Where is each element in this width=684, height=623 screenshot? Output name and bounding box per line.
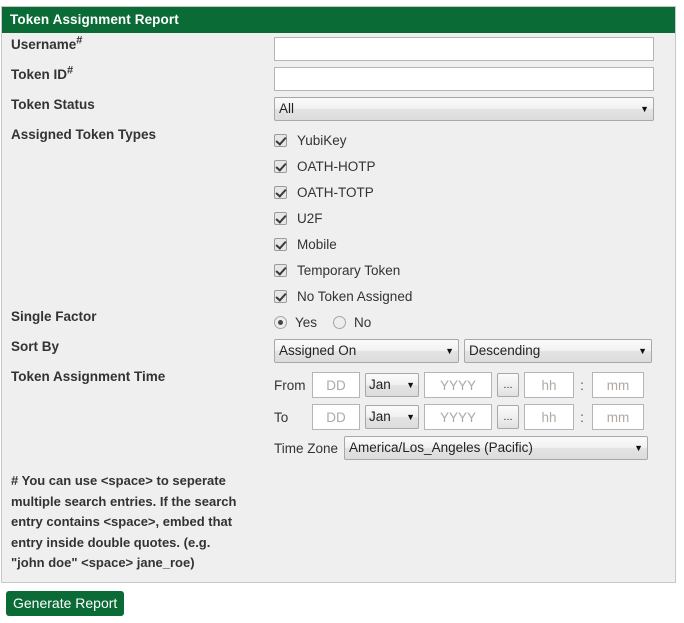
chevron-down-icon: ▼ [634, 443, 644, 453]
chevron-down-icon: ▼ [445, 346, 454, 356]
checkbox-row-mobile[interactable]: Mobile [274, 231, 675, 257]
field-assigned-token-types: YubiKey OATH-HOTP OATH-TOTP U2F Mobile T… [274, 127, 675, 309]
label-token-assignment-time: Token Assignment Time [11, 369, 166, 384]
row-assigned-token-types: Assigned Token Types YubiKey OATH-HOTP O… [2, 127, 675, 309]
radio-single-factor-no[interactable] [333, 315, 347, 329]
label-token-id: Token ID# [2, 64, 274, 83]
checkbox-label-mobile: Mobile [297, 236, 337, 252]
checkbox-u2f[interactable] [274, 211, 287, 225]
field-token-id [274, 67, 675, 91]
checkbox-row-temporary-token[interactable]: Temporary Token [274, 257, 675, 283]
chevron-down-icon: ▼ [406, 412, 415, 422]
timezone-label: Time Zone [274, 440, 339, 456]
token-id-input[interactable] [274, 67, 654, 91]
checkbox-label-no-token-assigned: No Token Assigned [297, 288, 413, 304]
radio-label-no: No [354, 314, 372, 330]
checkbox-label-u2f: U2F [297, 210, 323, 226]
chevron-down-icon: ▼ [640, 104, 649, 114]
row-single-factor: Single Factor Yes No [2, 309, 675, 335]
field-single-factor: Yes No [274, 309, 675, 335]
single-factor-radio-group: Yes No [274, 309, 675, 335]
row-sort-by: Sort By Assigned On ▼ Descending ▼ [2, 339, 675, 365]
checkbox-row-oath-totp[interactable]: OATH-TOTP [274, 179, 675, 205]
checkbox-row-yubikey[interactable]: YubiKey [274, 127, 675, 153]
from-hour-input[interactable] [524, 372, 574, 398]
field-token-status: All ▼ [274, 97, 675, 121]
footnote-line: entry contains <space>, embed that [11, 514, 233, 529]
checkbox-label-oath-hotp: OATH-HOTP [297, 158, 376, 174]
to-time-separator: : [580, 409, 584, 425]
datetime-from-line: From Jan ▼ ... : [274, 369, 675, 401]
footnote-line: multiple search entries. If the search [11, 493, 237, 509]
field-token-assignment-time: From Jan ▼ ... : To Jan [274, 369, 675, 463]
radio-single-factor-yes[interactable] [274, 315, 287, 329]
panel-body: Username# Token ID# Token Status All ▼ A… [2, 33, 675, 582]
sort-by-key-value: Assigned On [279, 343, 357, 358]
label-token-id-text: Token ID [11, 67, 68, 82]
to-month-select[interactable]: Jan ▼ [365, 405, 419, 429]
checkbox-temporary-token[interactable] [274, 263, 287, 277]
from-time-separator: : [580, 377, 584, 393]
username-input[interactable] [274, 37, 654, 61]
token-id-footnote-marker: # [67, 64, 74, 77]
row-token-status: Token Status All ▼ [2, 97, 675, 123]
checkbox-row-no-token-assigned[interactable]: No Token Assigned [274, 283, 675, 309]
label-sort-by: Sort By [11, 339, 60, 354]
label-token-status: Token Status [11, 97, 95, 112]
panel-title: Token Assignment Report [2, 7, 675, 33]
to-calendar-button[interactable]: ... [497, 405, 519, 429]
to-minute-input[interactable] [592, 404, 644, 430]
token-status-value: All [279, 101, 295, 116]
label-username-text: Username [11, 37, 77, 52]
timezone-select[interactable]: America/Los_Angeles (Pacific) ▼ [344, 436, 649, 460]
checkbox-oath-hotp[interactable] [274, 159, 287, 173]
footnote-line: # You can use <space> to seperate [11, 473, 226, 488]
to-label: To [274, 409, 289, 425]
checkbox-label-oath-totp: OATH-TOTP [297, 184, 374, 200]
label-username: Username# [2, 34, 274, 53]
to-day-input[interactable] [312, 404, 360, 430]
token-assignment-report-panel: Token Assignment Report Username# Token … [1, 6, 676, 583]
from-minute-input[interactable] [592, 372, 644, 398]
checkbox-no-token-assigned[interactable] [274, 289, 287, 303]
sort-by-direction-select[interactable]: Descending ▼ [464, 339, 652, 363]
checkbox-label-yubikey: YubiKey [297, 132, 347, 148]
checkbox-oath-totp[interactable] [274, 185, 287, 199]
checkbox-row-u2f[interactable]: U2F [274, 205, 675, 231]
chevron-down-icon: ▼ [638, 346, 647, 356]
datetime-to-line: To Jan ▼ ... : [274, 401, 675, 433]
from-year-input[interactable] [424, 372, 492, 398]
footnote-line: "john doe" <space> jane_roe) [11, 555, 195, 570]
footnote: # You can use <space> to seperate multip… [2, 463, 291, 582]
timezone-value: America/Los_Angeles (Pacific) [349, 440, 533, 455]
label-assigned-token-types: Assigned Token Types [11, 127, 157, 142]
checkbox-mobile[interactable] [274, 237, 287, 251]
from-label: From [274, 377, 306, 393]
from-month-select[interactable]: Jan ▼ [365, 373, 419, 397]
timezone-line: Time Zone America/Los_Angeles (Pacific) … [274, 433, 675, 463]
sort-by-direction-value: Descending [469, 343, 541, 358]
to-year-input[interactable] [424, 404, 492, 430]
checkbox-row-oath-hotp[interactable]: OATH-HOTP [274, 153, 675, 179]
row-token-id: Token ID# [2, 64, 675, 93]
footnote-line: entry inside double quotes. (e.g. [11, 534, 211, 550]
checkbox-label-temporary-token: Temporary Token [297, 262, 401, 278]
sort-by-key-select[interactable]: Assigned On ▼ [274, 339, 459, 363]
from-month-value: Jan [369, 377, 391, 392]
checkbox-yubikey[interactable] [274, 133, 287, 147]
generate-report-button[interactable]: Generate Report [6, 591, 125, 616]
from-calendar-button[interactable]: ... [497, 373, 519, 397]
to-month-value: Jan [369, 409, 391, 424]
field-sort-by: Assigned On ▼ Descending ▼ [274, 339, 675, 363]
username-footnote-marker: # [76, 34, 83, 47]
chevron-down-icon: ▼ [406, 380, 415, 390]
to-hour-input[interactable] [524, 404, 574, 430]
row-username: Username# [2, 34, 675, 63]
token-status-select[interactable]: All ▼ [274, 97, 654, 121]
label-single-factor: Single Factor [11, 309, 97, 324]
from-day-input[interactable] [312, 372, 360, 398]
field-username [274, 37, 675, 61]
radio-label-yes: Yes [295, 314, 318, 330]
row-token-assignment-time: Token Assignment Time From Jan ▼ ... : [2, 369, 675, 463]
